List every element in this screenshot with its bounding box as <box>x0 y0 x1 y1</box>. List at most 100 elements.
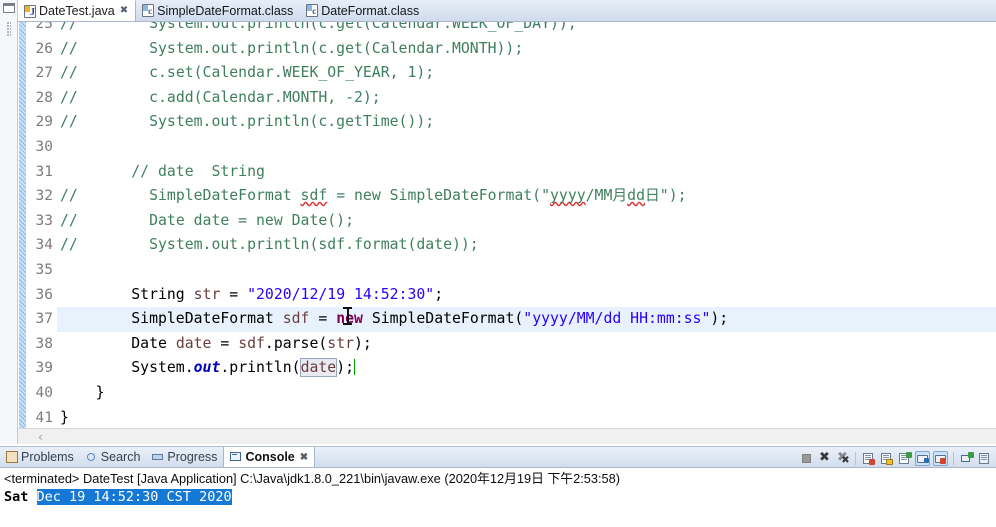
remove-launch-button[interactable]: ✖ <box>817 450 832 466</box>
code-viewport[interactable]: 25 26 27 28 29 30 31 32 33 34 35 36 37 38 39 40 41 // Sy… <box>18 22 996 428</box>
code-token: // <box>60 187 78 205</box>
code-line[interactable]: // Date date = new Date(); <box>57 209 996 234</box>
editor-tab-bar: DateTest.java ✖ SimpleDateFormat.class Date… <box>18 0 996 22</box>
code-token: String <box>60 285 194 303</box>
scroll-left-arrow-icon[interactable]: ‹ <box>38 431 43 443</box>
line-number: 32 <box>35 188 53 205</box>
code-line[interactable]: // System.out.println(c.get(Calendar.WEE… <box>57 22 996 37</box>
search-icon <box>86 451 98 463</box>
separator-1 <box>855 451 856 465</box>
show-console-on-error-button[interactable] <box>933 450 948 466</box>
line-number: 36 <box>35 286 53 303</box>
change-marker-column <box>18 22 27 428</box>
code-line[interactable]: Date date = sdf.parse(str); <box>57 332 996 357</box>
code-token: System.out.println(c.get(Calendar.MONTH)… <box>77 39 524 57</box>
scroll-lock-button[interactable] <box>879 451 894 466</box>
line-number: 37 <box>35 311 53 328</box>
panel-tab-label: Console <box>245 450 295 464</box>
code-token: c.add(Calendar.MONTH, -2); <box>77 88 381 106</box>
code-token: sdf <box>300 187 328 205</box>
code-line[interactable]: // c.add(Calendar.MONTH, -2); <box>57 86 996 111</box>
word-wrap-button[interactable] <box>897 451 912 466</box>
text-caret <box>354 359 356 376</box>
console-icon <box>230 451 242 463</box>
code-token: date <box>175 334 212 352</box>
line-number: 35 <box>35 261 53 278</box>
code-token: } <box>60 383 105 401</box>
code-token: // <box>60 211 78 229</box>
code-token: System.out.println(c.getTime()); <box>77 113 435 131</box>
console-output-line[interactable]: Sat Dec 19 14:52:30 CST 2020 <box>4 488 996 507</box>
display-selected-console-button[interactable] <box>977 451 992 466</box>
pin-console-button[interactable] <box>959 451 974 466</box>
line-number: 40 <box>35 384 53 401</box>
console-output-area[interactable]: <terminated> DateTest [Java Application]… <box>0 468 996 527</box>
code-text[interactable]: // System.out.println(c.get(Calendar.WEE… <box>57 22 996 428</box>
editor-tab-simpledateformat-class[interactable]: SimpleDateFormat.class <box>136 0 300 21</box>
code-line[interactable]: // System.out.println(c.get(Calendar.MON… <box>57 37 996 62</box>
code-token: // <box>60 39 78 57</box>
code-token: date <box>299 358 338 378</box>
editor-tab-label: DateTest.java <box>39 4 115 18</box>
code-token: System.out.println(c.get(Calendar.WEEK_O… <box>77 22 577 32</box>
panel-tab-search[interactable]: Search <box>80 447 147 467</box>
class-file-icon <box>142 4 155 17</box>
panel-tab-console[interactable]: Console ✖ <box>223 447 316 467</box>
code-token: // <box>60 113 78 131</box>
editor-tab-label: DateFormat.class <box>321 3 420 18</box>
code-token: SimpleDateFormat <box>77 187 301 205</box>
code-token: // date String <box>60 162 265 180</box>
panel-tab-progress[interactable]: Progress <box>146 447 223 467</box>
eclipse-ide-window: DateTest.java ✖ SimpleDateFormat.class Date… <box>0 0 996 527</box>
minimized-view-strip[interactable] <box>0 0 18 444</box>
code-line[interactable]: String str = "2020/12/19 14:52:30"; <box>57 283 996 308</box>
panel-tab-label: Progress <box>167 450 218 464</box>
code-token: ); <box>354 334 372 352</box>
panel-tab-close-icon[interactable]: ✖ <box>300 452 308 463</box>
code-token: // <box>60 64 78 82</box>
code-line[interactable]: // System.out.println(c.getTime()); <box>57 110 996 135</box>
code-token: ); <box>710 310 729 328</box>
line-number-gutter: 25 26 27 28 29 30 31 32 33 34 35 36 37 38 39 40 41 <box>27 22 57 428</box>
line-number: 39 <box>35 360 53 377</box>
editor-tab-close-icon[interactable]: ✖ <box>120 6 128 16</box>
editor-tab-dateformat-class[interactable]: DateFormat.class <box>300 0 426 21</box>
line-number: 27 <box>35 65 53 82</box>
panel-tab-label: Search <box>100 450 141 464</box>
clear-console-button[interactable] <box>861 451 876 466</box>
editor-area: DateTest.java ✖ SimpleDateFormat.class Date… <box>18 0 996 444</box>
code-line[interactable]: SimpleDateFormat sdf = new SimpleDateFor… <box>57 307 996 332</box>
code-token: ); <box>336 359 355 377</box>
code-token: } <box>60 408 69 426</box>
panel-tab-bar: Problems Search Progress Console ✖ ✖ ✖ ✖ <box>0 446 996 468</box>
drag-handle-dots-icon[interactable] <box>7 22 11 36</box>
code-token: SimpleDateFormat <box>60 310 283 328</box>
line-number: 31 <box>35 163 53 180</box>
console-output-prefix: Sat <box>4 489 37 505</box>
code-line[interactable]: System.out.println(date); <box>57 356 996 381</box>
terminate-button[interactable] <box>799 451 814 466</box>
code-line[interactable]: } <box>57 406 996 429</box>
line-number: 34 <box>35 237 53 254</box>
progress-icon <box>152 451 164 463</box>
show-console-on-output-button[interactable] <box>915 450 930 466</box>
code-token: // <box>60 22 78 32</box>
code-line[interactable]: } <box>57 381 996 406</box>
remove-all-terminated-button[interactable]: ✖ ✖ <box>835 450 850 466</box>
code-line[interactable]: // c.set(Calendar.WEEK_OF_YEAR, 1); <box>57 61 996 86</box>
code-line[interactable]: // System.out.println(sdf.format(date)); <box>57 233 996 258</box>
editor-horizontal-scrollbar[interactable]: ‹ <box>18 428 996 444</box>
code-token: "2020/12/19 14:52:30" <box>247 285 435 303</box>
code-line[interactable] <box>57 135 996 160</box>
code-token: 日"); <box>645 187 687 205</box>
code-token: new <box>336 310 363 328</box>
editor-tab-datetest-java[interactable]: DateTest.java ✖ <box>18 0 137 21</box>
panel-tab-problems[interactable]: Problems <box>0 447 80 467</box>
code-token: Date <box>60 334 176 352</box>
restore-view-icon[interactable] <box>3 3 15 13</box>
code-line[interactable] <box>57 258 996 283</box>
code-token: out <box>193 359 221 377</box>
console-status-line: <terminated> DateTest [Java Application]… <box>4 471 621 486</box>
code-line[interactable]: // SimpleDateFormat sdf = new SimpleDate… <box>57 184 996 209</box>
code-line[interactable]: // date String <box>57 160 996 185</box>
